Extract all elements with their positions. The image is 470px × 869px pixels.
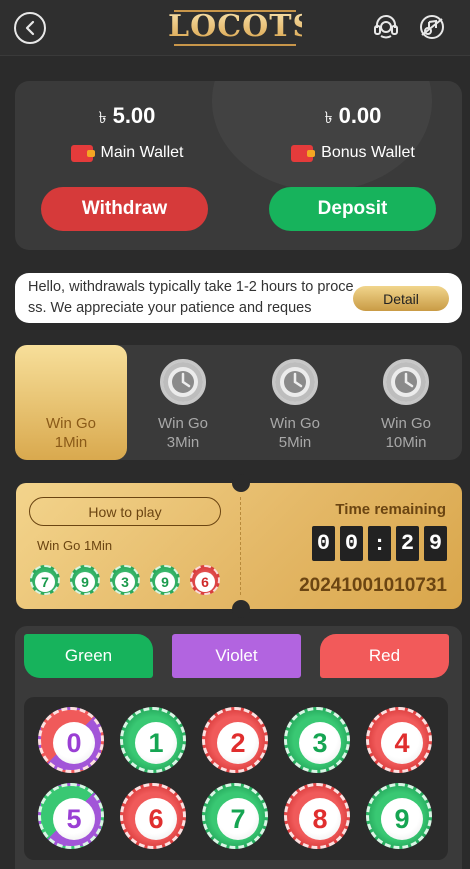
number-label: 6	[135, 798, 177, 840]
result-ball: 9	[150, 565, 180, 595]
logo-text: LOCOTS	[168, 6, 314, 48]
notice-banner: Hello, withdrawals typically take 1-2 ho…	[15, 273, 462, 323]
tab-label: Win Go	[157, 415, 208, 432]
tab-label: Win Go	[269, 415, 320, 432]
result-ball: 9	[70, 565, 100, 595]
betting-area: Green Violet Red 0 1 2 3 4 5 6 7 8 9	[15, 626, 462, 869]
back-arrow-icon	[25, 20, 35, 36]
number-label: 5	[53, 798, 95, 840]
tab-sublabel: 1Min	[54, 434, 88, 451]
number-ball-9[interactable]: 9	[366, 783, 432, 849]
number-ball-4[interactable]: 4	[366, 707, 432, 773]
number-label: 8	[299, 798, 341, 840]
headset-icon[interactable]	[372, 13, 400, 41]
tab-sublabel: 5Min	[278, 434, 312, 451]
clock-icon	[272, 359, 318, 405]
number-label: 0	[53, 722, 95, 764]
number-ball-5[interactable]: 5	[38, 783, 104, 849]
countdown-colon: :	[368, 526, 391, 561]
top-header: LOCOTS	[0, 0, 470, 56]
number-grid: 0 1 2 3 4 5 6 7 8 9	[24, 697, 448, 860]
currency-symbol: ৳	[98, 110, 107, 127]
time-remaining-label: Time remaining	[335, 501, 446, 518]
tab-win-go-5min[interactable]: Win Go 5Min	[239, 345, 351, 460]
current-game-name: Win Go 1Min	[37, 538, 113, 553]
number-label: 1	[135, 722, 177, 764]
notice-text: Hello, withdrawals typically take 1-2 ho…	[28, 279, 354, 316]
countdown-digit: 9	[424, 526, 447, 561]
bet-green-button[interactable]: Green	[24, 634, 153, 678]
main-wallet: ৳ 5.00 Main Wallet	[27, 103, 227, 162]
number-ball-8[interactable]: 8	[284, 783, 350, 849]
countdown-digit: 2	[396, 526, 419, 561]
number-ball-6[interactable]: 6	[120, 783, 186, 849]
tab-sublabel: 3Min	[166, 434, 200, 451]
bonus-wallet: ৳ 0.00 Bonus Wallet	[253, 103, 453, 162]
bonus-balance: 0.00	[338, 103, 382, 128]
number-ball-0[interactable]: 0	[38, 707, 104, 773]
back-button[interactable]	[14, 12, 46, 44]
result-ball: 6	[190, 565, 220, 595]
tab-win-go-10min[interactable]: Win Go 10Min	[350, 345, 462, 460]
result-ball: 3	[110, 565, 140, 595]
round-timer-card: How to play Win Go 1Min 7 9 3 9 6 Time r…	[16, 474, 462, 618]
tab-label: Win Go	[380, 415, 431, 432]
number-ball-7[interactable]: 7	[202, 783, 268, 849]
wallet-card: ৳ 5.00 Main Wallet ৳ 0.00 Bonus Wallet Wit…	[15, 81, 462, 250]
number-ball-3[interactable]: 3	[284, 707, 350, 773]
number-label: 2	[217, 722, 259, 764]
number-ball-1[interactable]: 1	[120, 707, 186, 773]
clock-icon	[160, 359, 206, 405]
bonus-wallet-label: Bonus Wallet	[321, 144, 415, 161]
countdown-digit: 0	[312, 526, 335, 561]
tab-win-go-3min[interactable]: Win Go 3Min	[127, 345, 239, 460]
number-label: 4	[381, 722, 423, 764]
number-label: 9	[381, 798, 423, 840]
main-wallet-amount: ৳ 5.00	[27, 103, 227, 132]
game-tabs: Win Go 1Min Win Go 3Min Win Go 5Min Win Go 1…	[15, 345, 462, 460]
number-ball-2[interactable]: 2	[202, 707, 268, 773]
tab-label: Win Go	[45, 415, 96, 432]
app-logo: LOCOTS	[168, 6, 314, 48]
wallet-icon	[70, 144, 95, 162]
sound-off-icon[interactable]	[418, 13, 446, 41]
main-balance: 5.00	[112, 103, 156, 128]
tab-sublabel: 10Min	[385, 434, 427, 451]
number-label: 7	[217, 798, 259, 840]
bet-red-button[interactable]: Red	[320, 634, 449, 678]
period-number: 20241001010731	[299, 575, 447, 596]
bet-violet-button[interactable]: Violet	[172, 634, 301, 678]
clock-icon	[383, 359, 429, 405]
deposit-button[interactable]: Deposit	[269, 187, 436, 231]
currency-symbol: ৳	[324, 110, 333, 127]
countdown-digit: 0	[340, 526, 363, 561]
wallet-icon	[291, 144, 316, 162]
tab-win-go-1min[interactable]: Win Go 1Min	[15, 345, 127, 460]
main-wallet-label: Main Wallet	[100, 144, 184, 161]
result-ball: 7	[30, 565, 60, 595]
how-to-play-button[interactable]: How to play	[29, 497, 221, 526]
bonus-wallet-amount: ৳ 0.00	[253, 103, 453, 132]
number-label: 3	[299, 722, 341, 764]
withdraw-button[interactable]: Withdraw	[41, 187, 208, 231]
detail-button[interactable]: Detail	[353, 286, 449, 311]
